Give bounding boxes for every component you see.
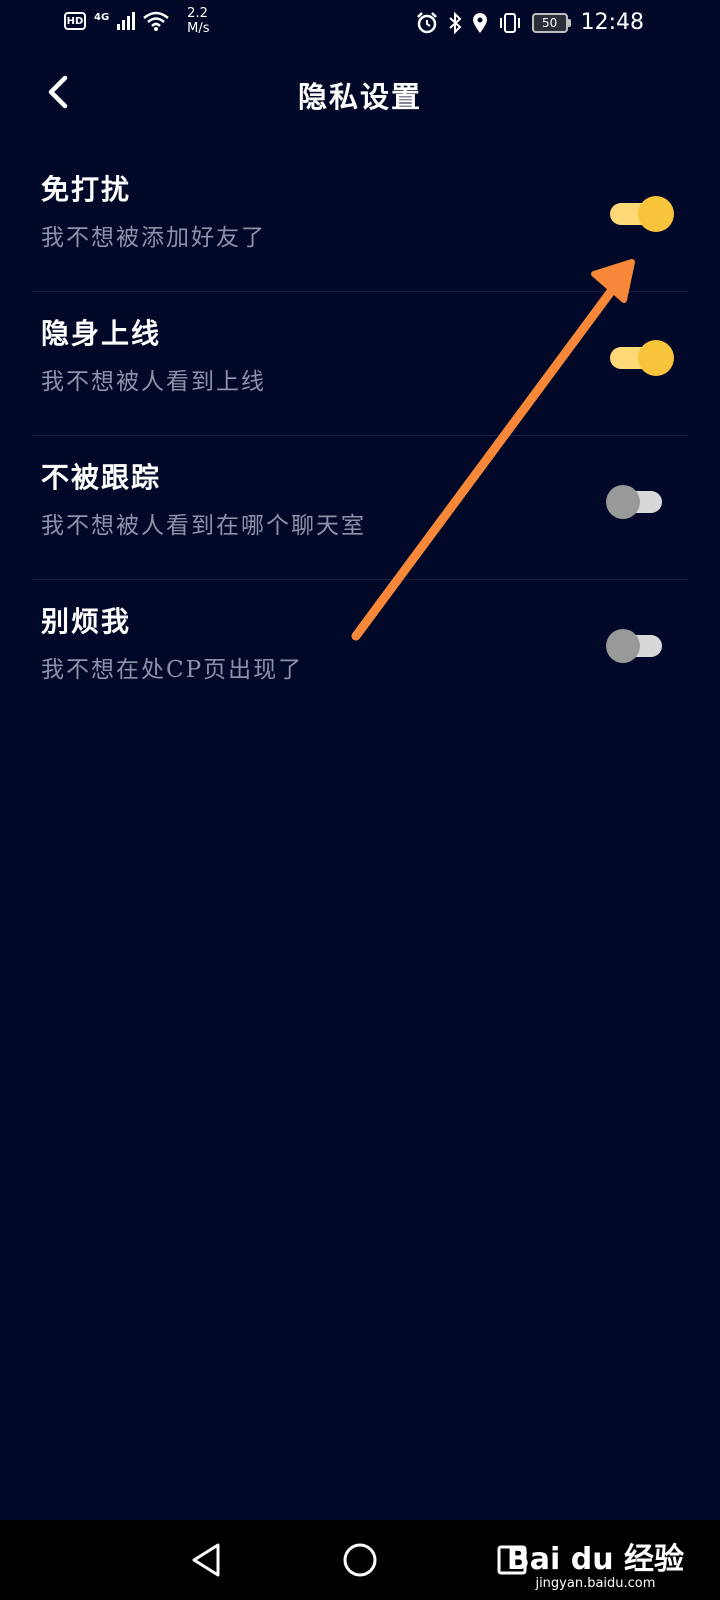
setting-row-leave-me-alone: 别烦我 我不想在处CP页出现了 <box>32 580 688 724</box>
alarm-icon <box>416 11 437 33</box>
setting-description: 我不想被添加好友了 <box>41 225 266 251</box>
privacy-settings-screen: HD 4G 2.2 M/s 50 12:48 隐私设置 免打扰 我不想被添加好友… <box>0 0 720 1600</box>
location-icon <box>472 12 487 33</box>
watermark-logo: Bai du 经验 <box>506 1542 684 1577</box>
watermark: Bai du 经验 jingyan.baidu.com <box>507 1534 684 1591</box>
toggle-knob <box>606 629 640 663</box>
setting-row-do-not-disturb: 免打扰 我不想被添加好友了 <box>32 148 688 292</box>
header: 隐私设置 <box>0 62 720 122</box>
toggle-knob <box>638 196 674 232</box>
setting-description: 我不想在处CP页出现了 <box>41 657 304 683</box>
status-left: HD 4G 2.2 M/s <box>64 6 210 36</box>
battery-tip <box>567 18 571 27</box>
invisible-online-toggle[interactable] <box>606 338 674 378</box>
bluetooth-icon <box>448 11 462 34</box>
setting-title: 不被跟踪 <box>41 461 162 494</box>
nav-back-button[interactable] <box>182 1538 230 1582</box>
speed-unit: M/s <box>187 21 210 36</box>
vibrate-icon <box>499 12 520 33</box>
status-right: 50 12:48 <box>416 10 644 35</box>
setting-row-no-tracking: 不被跟踪 我不想被人看到在哪个聊天室 <box>32 436 688 580</box>
battery-indicator: 50 <box>531 12 571 33</box>
speed-value: 2.2 <box>187 6 208 21</box>
setting-row-invisible-online: 隐身上线 我不想被人看到上线 <box>32 292 688 436</box>
battery-level: 50 <box>531 12 568 33</box>
signal-icon <box>117 12 136 30</box>
network-speed: 2.2 M/s <box>187 6 209 36</box>
page-title: 隐私设置 <box>297 80 422 114</box>
setting-title: 免打扰 <box>41 173 132 206</box>
triangle-back-icon <box>192 1543 220 1577</box>
do-not-disturb-toggle[interactable] <box>606 194 674 234</box>
toggle-knob <box>638 340 674 376</box>
setting-description: 我不想被人看到在哪个聊天室 <box>41 513 366 539</box>
nav-home-button[interactable] <box>336 1538 384 1582</box>
setting-description: 我不想被人看到上线 <box>41 369 266 395</box>
status-bar: HD 4G 2.2 M/s 50 12:48 <box>0 0 720 50</box>
circle-home-icon <box>343 1543 377 1577</box>
wifi-icon <box>143 11 169 31</box>
setting-title: 别烦我 <box>41 605 132 638</box>
clock: 12:48 <box>580 10 644 35</box>
settings-list: 免打扰 我不想被添加好友了 隐身上线 我不想被人看到上线 不被跟踪 我不想被人看… <box>32 148 688 724</box>
toggle-knob <box>606 485 640 519</box>
watermark-url: jingyan.baidu.com <box>535 1576 656 1591</box>
setting-title: 隐身上线 <box>41 317 162 350</box>
network-type: 4G <box>94 11 110 23</box>
no-tracking-toggle[interactable] <box>606 482 674 522</box>
hd-badge: HD <box>64 12 86 30</box>
leave-me-alone-toggle[interactable] <box>606 626 674 666</box>
